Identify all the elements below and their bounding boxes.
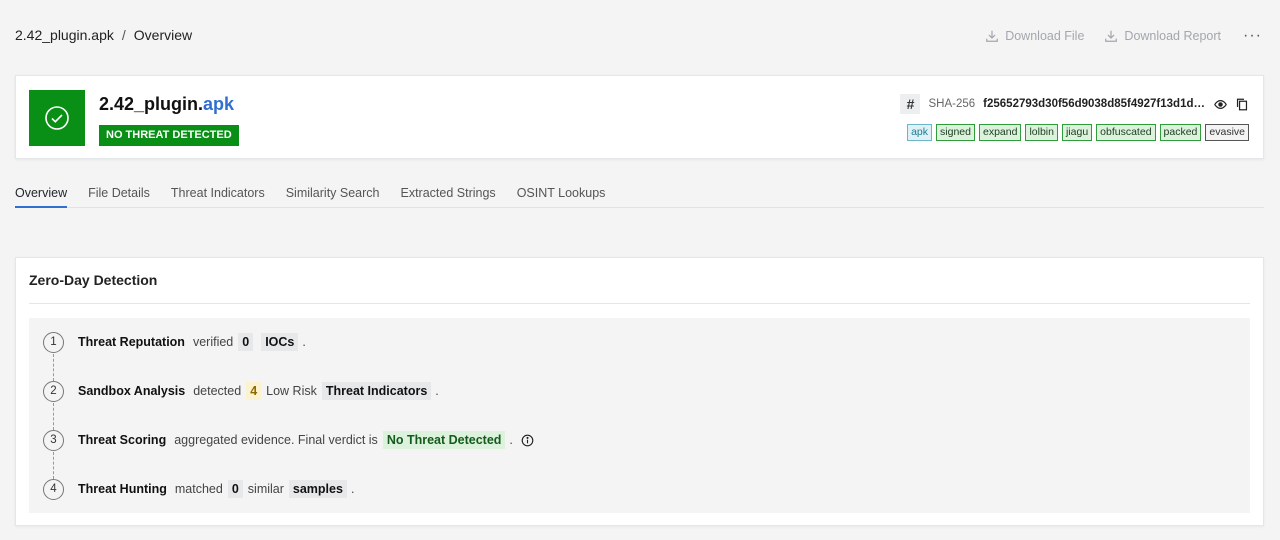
hash-icon: # [900,94,921,114]
threat-indicators-link[interactable]: Threat Indicators [321,382,432,400]
step-period: . [509,433,513,447]
step-text: aggregated evidence. Final verdict is [174,433,378,447]
tag-list: apk signed expand lolbin jiagu obfuscate… [907,124,1249,141]
panel-divider [29,303,1250,304]
download-report-label: Download Report [1124,29,1222,43]
verdict-badge: NO THREAT DETECTED [99,125,239,146]
step-connector [53,354,54,381]
top-bar: 2.42_plugin.apk / Overview Download File… [0,0,1280,70]
verdict-status-box [29,90,85,146]
download-icon [986,30,999,42]
file-name-extension: apk [203,94,235,114]
tag-obfuscated[interactable]: obfuscated [1096,124,1156,141]
step-number: 2 [43,380,64,402]
step-sandbox-analysis: 2 Sandbox Analysis detected 4 Low Risk T… [43,380,439,402]
step-threat-reputation: 1 Threat Reputation verified 0 IOCs . [43,331,306,353]
header-actions: Download File Download Report ··· [985,27,1262,45]
step-number: 1 [43,331,64,353]
tag-evasive[interactable]: evasive [1205,124,1249,141]
breadcrumb-file[interactable]: 2.42_plugin.apk [15,27,114,43]
step-label: Threat Scoring [78,433,167,447]
sample-count: 0 [227,480,243,498]
tab-threat-indicators[interactable]: Threat Indicators [171,186,265,208]
tag-lolbin[interactable]: lolbin [1025,124,1058,141]
detection-steps: 1 Threat Reputation verified 0 IOCs . 2 … [29,318,1250,513]
file-name: 2.42_plugin.apk [99,94,234,115]
step-label: Threat Reputation [78,335,185,349]
download-report-button[interactable]: Download Report [1104,29,1221,43]
eye-icon[interactable] [1213,97,1227,111]
step-threat-hunting: 4 Threat Hunting matched 0 similar sampl… [43,478,354,500]
tab-similarity-search[interactable]: Similarity Search [286,186,380,208]
ioc-count: 0 [238,333,254,351]
step-period: . [302,335,306,349]
step-period: . [350,482,355,496]
hash-value[interactable]: f25652793d30f56d9038d85f4927f13d1d… [983,98,1205,110]
download-icon [1105,30,1118,42]
info-icon[interactable] [521,434,534,447]
step-number: 3 [43,429,64,451]
tag-expand[interactable]: expand [978,124,1022,141]
breadcrumb: 2.42_plugin.apk / Overview [15,27,192,43]
samples-link[interactable]: samples [288,480,347,498]
step-text: Low Risk [266,384,317,398]
step-text: detected [193,384,242,398]
download-file-button[interactable]: Download File [985,29,1084,43]
tag-packed[interactable]: packed [1159,124,1202,141]
step-text: verified [192,335,234,349]
tab-osint-lookups[interactable]: OSINT Lookups [517,186,606,208]
check-circle-icon [45,106,69,130]
tag-jiagu[interactable]: jiagu [1061,124,1093,141]
step-text: matched [174,482,223,496]
zero-day-detection-panel: Zero-Day Detection 1 Threat Reputation v… [15,257,1264,526]
step-label: Sandbox Analysis [78,384,186,398]
hash-label: SHA-256 [928,98,976,110]
indicator-count: 4 [246,382,262,400]
step-connector [53,403,54,430]
tab-extracted-strings[interactable]: Extracted Strings [401,186,496,208]
breadcrumb-current: Overview [133,27,193,43]
step-threat-scoring: 3 Threat Scoring aggregated evidence. Fi… [43,429,534,451]
final-verdict-chip: No Threat Detected [382,431,506,449]
file-summary-card: 2.42_plugin.apk NO THREAT DETECTED # SHA… [15,75,1264,159]
step-number: 4 [43,478,64,500]
tab-bar: Overview File Details Threat Indicators … [15,186,1264,208]
copy-icon[interactable] [1235,97,1249,111]
tab-file-details[interactable]: File Details [88,186,150,208]
step-connector [53,452,54,479]
download-file-label: Download File [1005,29,1085,43]
tag-apk[interactable]: apk [907,124,933,141]
iocs-link[interactable]: IOCs [261,333,299,351]
hash-row: # SHA-256 f25652793d30f56d9038d85f4927f1… [900,94,1249,114]
tab-overview[interactable]: Overview [15,186,68,208]
panel-title: Zero-Day Detection [29,272,158,288]
tag-signed[interactable]: signed [936,124,975,141]
file-name-base: 2.42_plugin. [99,94,204,114]
step-period: . [435,384,439,398]
step-text: similar [247,482,284,496]
step-label: Threat Hunting [78,482,167,496]
more-options-button[interactable]: ··· [1243,27,1262,45]
breadcrumb-separator: / [121,27,126,43]
